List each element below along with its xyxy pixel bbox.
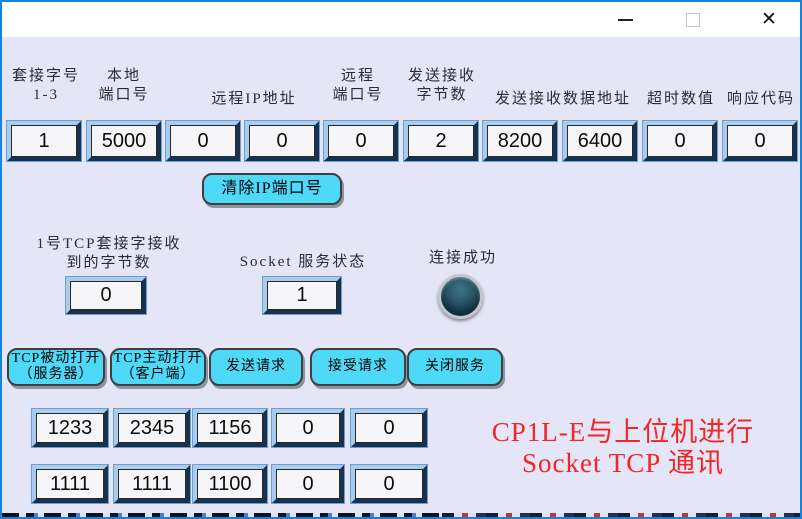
field-txrx-addr-1[interactable]: 8200 <box>483 121 557 161</box>
field-remote-ip-2[interactable]: 0 <box>245 121 319 161</box>
column-label-txrx-addr: 发送接收数据地址 <box>482 90 644 109</box>
data-a1[interactable]: 1233 <box>32 409 108 447</box>
connection-label: 连接成功 <box>424 249 502 268</box>
data-b1[interactable]: 1111 <box>32 465 108 503</box>
socket-status-label: Socket 服务状态 <box>228 253 378 272</box>
column-label-txrx-bytes: 发送接收 字节数 <box>398 67 486 105</box>
title-bar: ✕ <box>2 2 800 37</box>
clipped-bottom-row-right <box>442 513 802 519</box>
connection-led-indicator <box>438 274 483 319</box>
data-a3[interactable]: 1156 <box>193 409 267 447</box>
column-label-remote-port: 远程 端口号 <box>320 67 396 105</box>
minimize-icon <box>618 19 633 21</box>
maximize-icon <box>686 13 700 27</box>
recv-bytes-label: 1号TCP套接字接收 到的字节数 <box>24 235 194 273</box>
hmi-window: ✕ 套接字号 1-3 本地 端口号 远程IP地址 远程 端口号 发送接收 字节数… <box>0 0 802 519</box>
close-button[interactable]: ✕ <box>746 2 792 37</box>
minimize-button[interactable] <box>602 2 648 37</box>
data-b2[interactable]: 1111 <box>114 465 190 503</box>
data-a2[interactable]: 2345 <box>114 409 190 447</box>
close-service-button[interactable]: 关闭服务 <box>407 348 503 386</box>
column-label-remote-ip: 远程IP地址 <box>184 90 324 109</box>
field-txrx-addr-2[interactable]: 6400 <box>563 121 637 161</box>
data-a5[interactable]: 0 <box>351 409 427 447</box>
field-socket-no[interactable]: 1 <box>7 121 81 161</box>
data-b3[interactable]: 1100 <box>193 465 267 503</box>
recv-bytes-value[interactable]: 0 <box>66 277 146 314</box>
maximize-button[interactable] <box>670 2 716 37</box>
close-icon: ✕ <box>761 8 777 31</box>
column-label-timeout: 超时数值 <box>644 90 718 109</box>
socket-status-value[interactable]: 1 <box>263 277 341 314</box>
field-remote-ip-1[interactable]: 0 <box>166 121 240 161</box>
field-timeout[interactable]: 0 <box>643 121 717 161</box>
data-b5[interactable]: 0 <box>351 465 427 503</box>
tcp-active-open-button[interactable]: TCP主动打开 （客户端） <box>110 348 206 386</box>
accept-request-button[interactable]: 接受请求 <box>310 348 406 386</box>
data-a4[interactable]: 0 <box>272 409 344 447</box>
clear-ip-port-button[interactable]: 清除IP端口号 <box>202 173 342 205</box>
column-label-resp-code: 响应代码 <box>724 90 798 109</box>
field-local-port[interactable]: 5000 <box>87 121 161 161</box>
field-remote-port[interactable]: 0 <box>324 121 398 161</box>
column-label-local-port: 本地 端口号 <box>86 67 162 105</box>
field-txrx-bytes[interactable]: 2 <box>404 121 478 161</box>
field-resp-code[interactable]: 0 <box>723 121 797 161</box>
banner-title: CP1L-E与上位机进行 Socket TCP 通讯 <box>450 417 796 479</box>
column-label-socket-no: 套接字号 1-3 <box>8 67 84 105</box>
clipped-bottom-row-left <box>2 513 442 519</box>
tcp-passive-open-button[interactable]: TCP被动打开 （服务器） <box>7 348 105 386</box>
send-request-button[interactable]: 发送请求 <box>209 348 303 386</box>
data-b4[interactable]: 0 <box>272 465 344 503</box>
